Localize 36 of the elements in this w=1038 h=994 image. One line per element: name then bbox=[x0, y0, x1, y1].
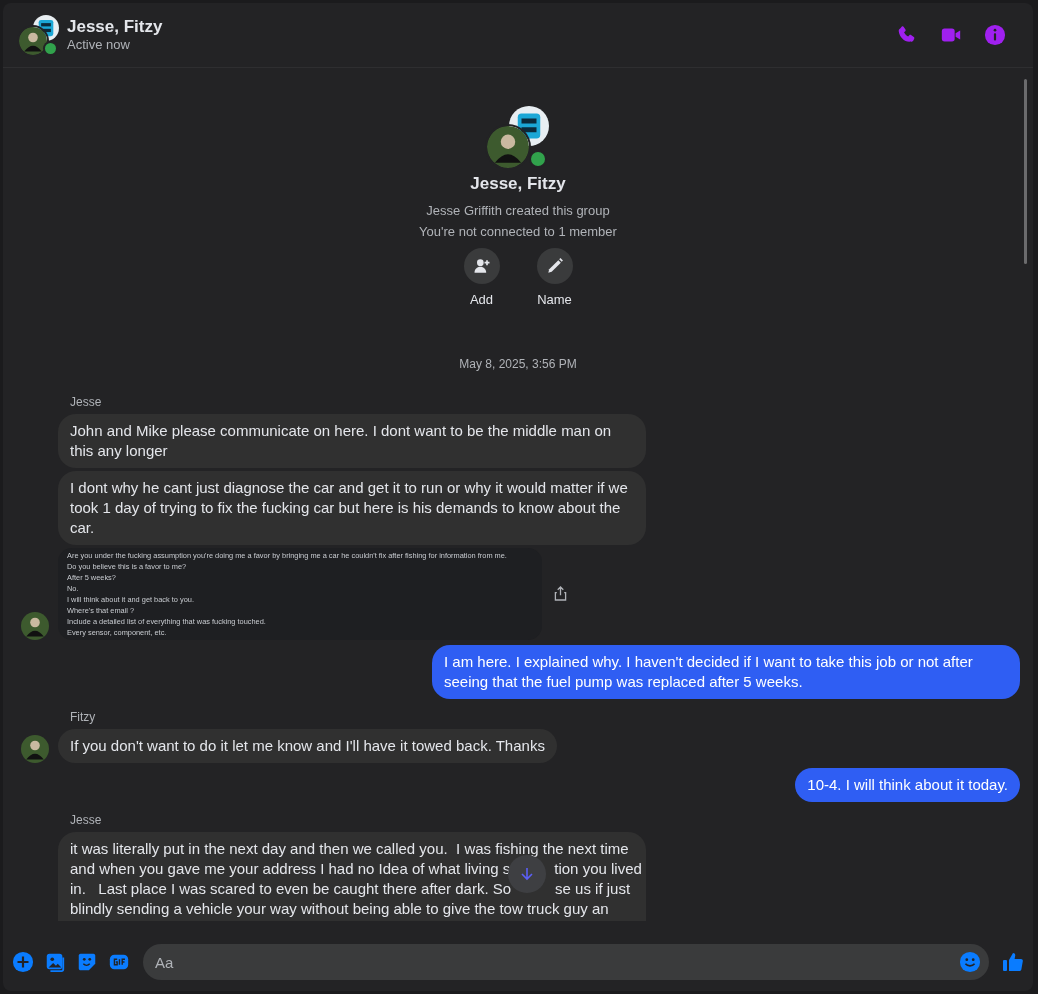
sender-name: Jesse bbox=[70, 394, 103, 411]
sticker-icon[interactable] bbox=[76, 951, 98, 973]
group-title: Jesse, Fitzy bbox=[470, 173, 566, 195]
message-text: it was literally put in the next day and then we called you. I was fishing the next time bbox=[70, 839, 629, 859]
message-bubble: John and Mike please communicate on here. I dont want to be the middle man on this any longer bbox=[58, 414, 646, 468]
message-text: tion you lived bbox=[554, 859, 642, 879]
action-button[interactable] bbox=[536, 247, 573, 284]
message-bubble: I dont why he cant just diagnose the car and get it to run or why it would matter if we took 1 day of trying to fix the fucking car but here is his demands to know about the car. bbox=[58, 471, 646, 545]
message-input[interactable]: Aa bbox=[155, 950, 959, 974]
thumbs-up-icon[interactable] bbox=[1001, 950, 1025, 974]
group-info-text: Jesse Griffith created this group bbox=[426, 201, 610, 220]
action-label: Add bbox=[469, 290, 494, 309]
scrollbar[interactable] bbox=[1024, 79, 1027, 264]
message-bubble: 10-4. I will think about it today. bbox=[795, 768, 1020, 802]
message-field[interactable]: Aa bbox=[143, 944, 989, 980]
image-icon[interactable] bbox=[44, 951, 66, 973]
message-text: in. Last place I was scared to even be caught there after dark. So bbox=[70, 879, 512, 899]
active-status: Active now bbox=[67, 37, 131, 53]
info-icon[interactable] bbox=[984, 24, 1006, 46]
emoji-icon[interactable] bbox=[959, 951, 981, 973]
message-bubble: I am here. I explained why. I haven't decided if I want to take this job or not after seeing that the fuel pump was replaced after 5 weeks. bbox=[432, 645, 1020, 699]
share-icon[interactable] bbox=[554, 586, 567, 601]
chat-title: Jesse, Fitzy bbox=[67, 17, 163, 37]
arrow-down-icon bbox=[519, 866, 536, 882]
avatar bbox=[487, 126, 529, 168]
avatar bbox=[19, 27, 47, 55]
message-text: se us if just bbox=[555, 879, 631, 899]
message-text: blindly sending a vehicle your way without being able to give the tow truck guy an bbox=[70, 899, 609, 919]
sender-name: Fitzy bbox=[70, 709, 97, 726]
timestamp: May 8, 2025, 3:56 PM bbox=[459, 356, 577, 373]
sender-name: Jesse bbox=[70, 812, 103, 829]
action-button[interactable] bbox=[463, 247, 500, 284]
message-bubble: If you don't want to do it let me know and I'll have it towed back. Thanks bbox=[58, 729, 557, 763]
plus-icon[interactable] bbox=[12, 951, 34, 973]
action-label: Name bbox=[537, 290, 572, 309]
group-info-text: You're not connected to 1 member bbox=[419, 222, 617, 241]
